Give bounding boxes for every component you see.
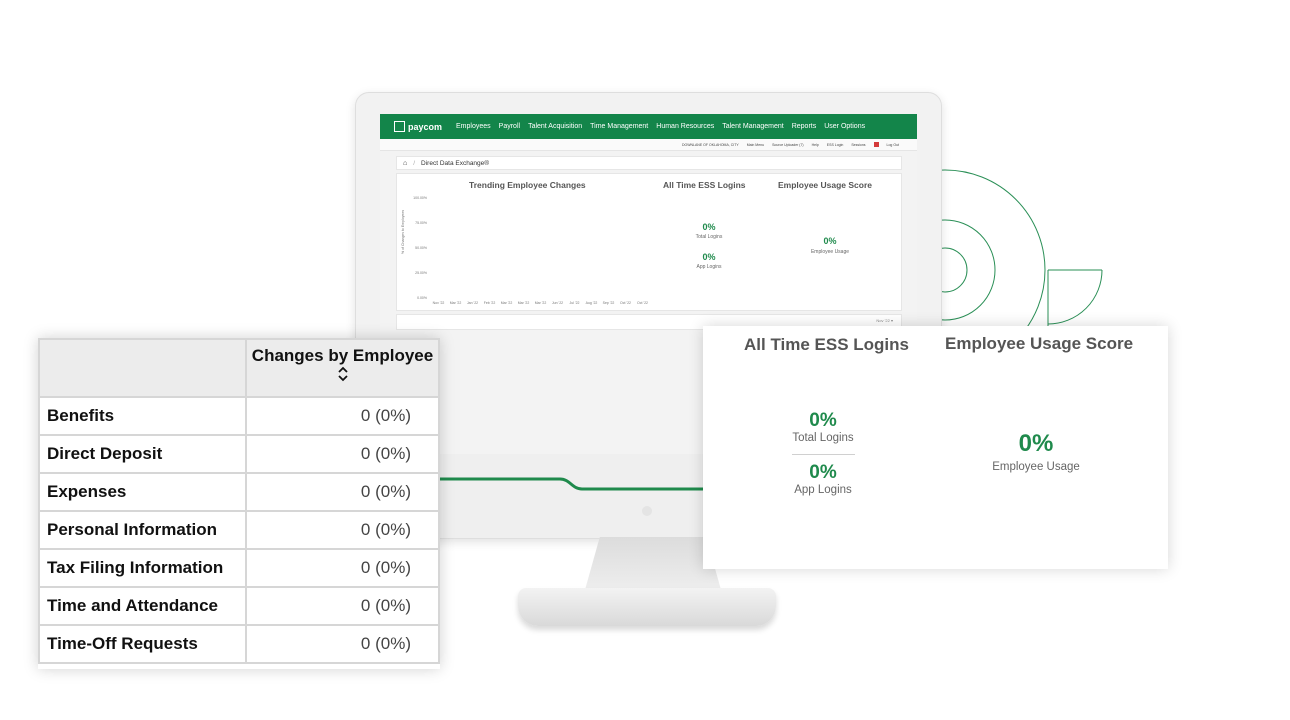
row-value: 0 (0%) (245, 396, 440, 436)
x-tick: Mar '22 (517, 301, 530, 305)
row-value: 0 (0%) (245, 434, 440, 474)
x-tick: Jan '22 (466, 301, 479, 305)
home-icon[interactable]: ⌂ (403, 160, 407, 167)
total-logins-value: 0% (809, 410, 837, 431)
table-row: Personal Information 0 (0%) (38, 510, 440, 550)
paycom-logo[interactable]: paycom (394, 121, 442, 132)
usage-label: Employee Usage (810, 249, 850, 255)
empty-header-cell (38, 338, 247, 398)
y-tick: 0.00% (417, 296, 427, 300)
table-row: Direct Deposit 0 (0%) (38, 434, 440, 474)
nav-time-management[interactable]: Time Management (590, 123, 648, 130)
x-tick: Jul '22 (569, 301, 580, 305)
y-tick: 100.00% (413, 196, 427, 200)
ess-summary-card: All Time ESS Logins 0% Total Logins 0% A… (703, 326, 1168, 569)
row-label: Benefits (38, 396, 247, 436)
row-label: Time-Off Requests (38, 624, 247, 664)
period-dropdown[interactable]: Nov '22 ▾ (876, 318, 893, 323)
nav-human-resources[interactable]: Human Resources (656, 123, 714, 130)
row-value: 0 (0%) (245, 510, 440, 550)
company-name: DOWNLANE OF OKLAHOMA, CITY (681, 142, 739, 147)
nav-talent-acquisition[interactable]: Talent Acquisition (528, 123, 582, 130)
y-tick: 50.00% (415, 246, 427, 250)
table-row: Expenses 0 (0%) (38, 472, 440, 512)
nav-user-options[interactable]: User Options (824, 123, 865, 130)
changes-column-header[interactable]: Changes by Employee (245, 338, 440, 398)
decorative-circles (930, 169, 1103, 330)
x-tick: Feb '22 (483, 301, 496, 305)
x-tick: Sep '22 (602, 301, 615, 305)
usage-score-title: Employee Usage Score (945, 334, 1134, 353)
table-header-row: Changes by Employee (38, 338, 440, 398)
table-row: Benefits 0 (0%) (38, 396, 440, 436)
nav-talent-management[interactable]: Talent Management (722, 123, 783, 130)
row-label: Direct Deposit (38, 434, 247, 474)
app-logins-value: 0% (809, 462, 837, 483)
log-out-link[interactable]: Log Out (887, 143, 899, 147)
app-logins-value: 0% (702, 252, 716, 262)
total-logins-value: 0% (702, 222, 716, 232)
sort-icon[interactable] (337, 366, 349, 382)
x-tick: Oct '22 (637, 301, 648, 305)
chevron-down-icon: ▾ (890, 318, 893, 323)
y-tick: 25.00% (415, 271, 427, 275)
app-logins-label: App Logins (696, 264, 722, 270)
x-tick: Aug '22 (585, 301, 598, 305)
usage-value: 0% (823, 236, 837, 246)
row-label: Personal Information (38, 510, 247, 550)
usage-score-title: Employee Usage Score (778, 180, 873, 190)
table-row: Time-Off Requests 0 (0%) (38, 624, 440, 664)
row-value: 0 (0%) (245, 548, 440, 588)
help-link[interactable]: Help (812, 143, 819, 147)
x-tick: Mar '22 (500, 301, 513, 305)
logins-divider (792, 454, 855, 455)
x-tick: Mar '22 (534, 301, 547, 305)
row-value: 0 (0%) (245, 586, 440, 626)
row-value: 0 (0%) (245, 624, 440, 664)
row-label: Expenses (38, 472, 247, 512)
ess-logins-title: All Time ESS Logins (663, 180, 746, 190)
y-tick: 75.00% (415, 221, 427, 225)
x-tick: Oct '22 (620, 301, 631, 305)
x-tick: Jun '22 (551, 301, 564, 305)
row-label: Time and Attendance (38, 586, 247, 626)
usage-label: Employee Usage (992, 461, 1080, 473)
monitor-base (518, 588, 776, 626)
ess-logins-title: All Time ESS Logins (744, 335, 909, 354)
nav-employees[interactable]: Employees (456, 123, 491, 130)
changes-table-card: Changes by Employee Benefits 0 (0%) Dire… (38, 338, 440, 669)
table-row: Time and Attendance 0 (0%) (38, 586, 440, 626)
app-logins-label: App Logins (794, 484, 852, 496)
monitor-camera (642, 506, 652, 516)
sub-toolbar: DOWNLANE OF OKLAHOMA, CITY Main Menu Sou… (380, 139, 917, 151)
breadcrumb: ⌂ / Direct Data Exchange® (396, 156, 902, 170)
breadcrumb-separator: / (413, 159, 416, 167)
ess-login-link[interactable]: ESS Login (827, 143, 844, 147)
notification-badge-icon[interactable] (873, 142, 879, 147)
row-label: Tax Filing Information (38, 548, 247, 588)
x-tick: Mar '22 (449, 301, 462, 305)
trending-chart-title: Trending Employee Changes (469, 180, 586, 190)
source-uploader-link[interactable]: Source Uploader (7) (772, 143, 804, 147)
sessions-link[interactable]: Sessions (851, 143, 865, 147)
nav-reports[interactable]: Reports (792, 123, 817, 130)
table-row: Tax Filing Information 0 (0%) (38, 548, 440, 588)
x-tick: Nov '22 (432, 301, 445, 305)
dashboard-panel: Trending Employee Changes % of Changes t… (396, 173, 902, 311)
nav-payroll[interactable]: Payroll (499, 123, 520, 130)
total-logins-label: Total Logins (792, 432, 854, 444)
top-navigation: paycom Employees Payroll Talent Acquisit… (380, 114, 917, 139)
total-logins-label: Total Logins (695, 234, 723, 240)
main-menu-link[interactable]: Main Menu (747, 143, 764, 147)
chin-accent-line (440, 477, 710, 491)
breadcrumb-current: Direct Data Exchange® (421, 159, 490, 167)
row-value: 0 (0%) (245, 472, 440, 512)
usage-value: 0% (1018, 430, 1054, 457)
logo-icon (394, 121, 405, 132)
changes-table: Changes by Employee Benefits 0 (0%) Dire… (38, 338, 440, 664)
